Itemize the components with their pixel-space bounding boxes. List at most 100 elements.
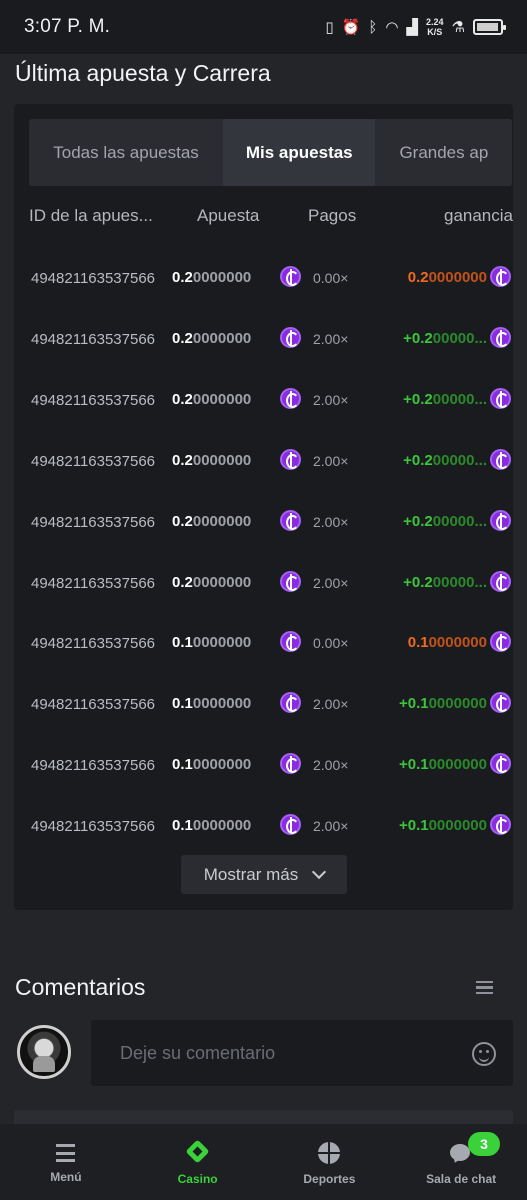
table-row[interactable]: 494821163537566 0.20000000 2.00× +0.200000.…: [29, 447, 513, 477]
coin-icon: [280, 631, 301, 653]
nav-casino-label: Casino: [177, 1172, 218, 1186]
bet-amount: 0.20000000: [172, 452, 251, 469]
chevron-down-icon: [312, 864, 327, 880]
bet-amount-significant: 0.2: [172, 451, 193, 469]
nav-menu[interactable]: Menú: [0, 1124, 132, 1200]
bet-id: 494821163537566: [31, 757, 156, 775]
coin-icon: [280, 692, 301, 714]
menu-icon: [56, 1144, 76, 1162]
coin-icon: [280, 387, 301, 409]
profit-amount-significant: 0.1: [407, 634, 429, 652]
comment-input[interactable]: Deje su comentario: [91, 1020, 513, 1086]
payout-multiplier: 2.00×: [313, 452, 349, 469]
profit-amount: +0.10000000: [399, 817, 487, 834]
table-row[interactable]: 494821163537566 0.20000000 0.00× 0.20000000: [29, 264, 513, 294]
bet-id: 494821163537566: [31, 391, 156, 409]
status-time: 3:07 P. M.: [24, 16, 111, 37]
payout-multiplier: 2.00×: [313, 391, 349, 408]
flask-icon: ⚗: [451, 19, 465, 36]
comments-menu-icon[interactable]: [476, 981, 493, 994]
profit-amount-significant: +0.2: [403, 329, 433, 347]
payout-multiplier: 0.00×: [313, 635, 349, 652]
wifi-icon: ◠: [385, 19, 399, 36]
bet-amount: 0.10000000: [172, 695, 251, 712]
column-header-id: ID de la apues...: [29, 206, 153, 225]
comments-title: Comentarios: [15, 974, 146, 1000]
column-header-bet: Apuesta: [197, 206, 260, 225]
bet-amount-significant: 0.1: [172, 634, 193, 652]
table-row[interactable]: 494821163537566 0.20000000 2.00× +0.200000.…: [29, 508, 513, 538]
bet-amount: 0.20000000: [172, 269, 251, 286]
profit-amount-rest: 00000...: [432, 329, 487, 347]
bet-id: 494821163537566: [31, 635, 156, 653]
profit-amount-rest: 00000...: [432, 512, 487, 530]
coin-icon: [280, 266, 301, 287]
table-row[interactable]: 494821163537566 0.10000000 2.00× +0.1000000…: [29, 690, 513, 720]
profit-amount-significant: +0.1: [398, 756, 429, 774]
profit-amount: 0.10000000: [408, 634, 487, 651]
profit-amount: +0.200000...: [403, 452, 487, 469]
table-row[interactable]: 494821163537566 0.10000000 2.00× +0.1000000…: [29, 812, 513, 842]
bet-amount-rest: 0000000: [192, 817, 252, 835]
coin-icon: [280, 509, 301, 531]
coin-icon: [280, 814, 301, 836]
coin-icon: [280, 753, 301, 775]
profit-amount: +0.200000...: [403, 513, 487, 530]
table-row[interactable]: 494821163537566 0.10000000 2.00× +0.1000000…: [29, 751, 513, 781]
bet-id: 494821163537566: [31, 452, 156, 470]
vibrate-icon: ▯: [325, 19, 334, 36]
profit-amount-rest: 0000000: [428, 817, 487, 835]
bet-amount-significant: 0.1: [172, 817, 193, 835]
tab-big-bets[interactable]: Grandes ap: [375, 119, 512, 186]
coin-icon: [490, 509, 511, 531]
bet-amount-rest: 0000000: [192, 695, 252, 713]
coin-icon: [490, 387, 511, 409]
profit-amount-rest: 0000000: [428, 695, 487, 713]
status-bar: 3:07 P. M. ▯ ⏰ ᛒ ◠ ▟ 2.24 K/S ⚗: [0, 0, 527, 54]
bluetooth-icon: ᛒ: [368, 18, 378, 36]
show-more-button[interactable]: Mostrar más: [181, 855, 347, 894]
bet-id: 494821163537566: [31, 270, 156, 287]
coin-icon: [490, 448, 511, 470]
emoji-icon[interactable]: [472, 1042, 496, 1066]
speed-value: 2.24: [426, 17, 444, 27]
profit-amount: +0.200000...: [403, 330, 487, 347]
status-icons: ▯ ⏰ ᛒ ◠ ▟ 2.24 K/S ⚗: [325, 17, 506, 37]
table-row[interactable]: 494821163537566 0.10000000 0.00× 0.10000000: [29, 629, 513, 659]
nav-casino[interactable]: Casino: [132, 1124, 264, 1200]
bet-id: 494821163537566: [31, 513, 156, 531]
bet-amount-rest: 0000000: [192, 512, 252, 530]
profit-amount: +0.200000...: [403, 574, 487, 591]
nav-sports[interactable]: Deportes: [264, 1124, 396, 1200]
table-row[interactable]: 494821163537566 0.20000000 2.00× +0.200000.…: [29, 569, 513, 599]
bet-amount: 0.20000000: [172, 574, 251, 591]
bet-amount: 0.20000000: [172, 330, 251, 347]
column-header-payout: Pagos: [308, 206, 357, 225]
tab-all-bets[interactable]: Todas las apuestas: [29, 119, 223, 186]
bet-amount: 0.20000000: [172, 391, 251, 408]
chat-badge: 3: [468, 1132, 500, 1156]
bets-tabs: Todas las apuestas Mis apuestas Grandes …: [29, 119, 512, 186]
profit-amount-rest: 00000...: [432, 573, 487, 591]
bet-amount-rest: 0000000: [192, 269, 252, 286]
network-speed: 2.24 K/S: [426, 17, 444, 37]
table-header: ID de la apues... Apuesta Pagos ganancia: [29, 206, 513, 230]
profit-amount-rest: 0000000: [428, 634, 487, 652]
bet-amount-significant: 0.2: [172, 329, 193, 347]
bet-amount-significant: 0.2: [172, 573, 193, 591]
profit-amount-significant: +0.2: [403, 512, 433, 530]
table-row[interactable]: 494821163537566 0.20000000 2.00× +0.200000.…: [29, 325, 513, 355]
table-row[interactable]: 494821163537566 0.20000000 2.00× +0.200000.…: [29, 386, 513, 416]
nav-chat-label: Sala de chat: [426, 1172, 497, 1186]
bet-amount-rest: 0000000: [192, 329, 252, 347]
coin-icon: [490, 570, 511, 592]
coin-icon: [490, 692, 511, 714]
bet-id: 494821163537566: [31, 696, 156, 714]
nav-chat[interactable]: Sala de chat: [395, 1124, 527, 1200]
nav-sports-label: Deportes: [303, 1172, 356, 1186]
bet-amount: 0.10000000: [172, 634, 251, 651]
payout-multiplier: 2.00×: [313, 757, 349, 774]
tab-my-bets[interactable]: Mis apuestas: [223, 119, 376, 186]
bet-id: 494821163537566: [31, 818, 156, 836]
bet-amount-significant: 0.2: [172, 512, 193, 530]
